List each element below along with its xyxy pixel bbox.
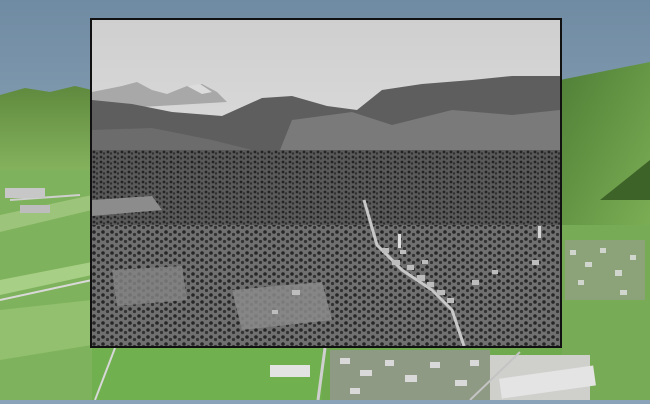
left-hills [0,86,92,175]
black-and-white-aerial-photo [92,20,560,346]
right-hills [560,62,650,230]
distant-orchards [92,150,560,230]
church-tower [398,234,401,248]
historical-photo-overlay[interactable] [90,18,562,348]
